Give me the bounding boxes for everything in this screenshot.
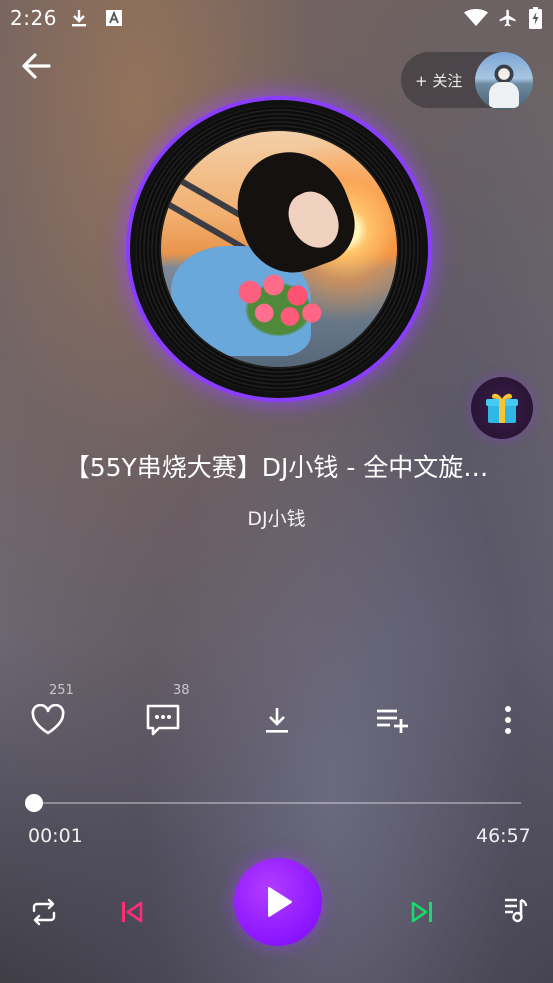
gift-icon <box>486 393 518 423</box>
download-icon <box>266 708 288 733</box>
back-button[interactable] <box>18 48 54 84</box>
comment-button[interactable] <box>143 700 183 740</box>
previous-button[interactable] <box>112 892 152 932</box>
repeat-button[interactable] <box>24 892 64 932</box>
more-icon <box>505 706 511 734</box>
repeat-icon <box>32 898 56 926</box>
album-cover[interactable] <box>161 131 397 367</box>
current-time: 00:01 <box>28 825 83 847</box>
add-to-playlist-button[interactable] <box>372 700 412 740</box>
previous-icon <box>122 901 143 923</box>
gift-button[interactable] <box>471 377 533 439</box>
progress-knob[interactable] <box>25 794 43 812</box>
next-button[interactable] <box>402 892 442 932</box>
play-icon <box>268 887 292 917</box>
back-arrow-icon <box>22 53 51 79</box>
battery-icon <box>527 7 543 29</box>
progress-track[interactable] <box>34 802 521 804</box>
song-title: 【55Y串烧大赛】DJ小钱 - 全中文旋… <box>64 453 489 482</box>
more-button[interactable] <box>488 700 528 740</box>
playlist-button[interactable] <box>496 890 536 930</box>
download-status-icon <box>68 8 90 28</box>
artist-avatar[interactable] <box>475 52 533 110</box>
font-status-icon <box>104 8 124 28</box>
playlist-icon <box>505 898 528 923</box>
follow-button[interactable]: + 关注 <box>401 52 533 110</box>
wifi-icon <box>463 8 489 28</box>
download-button[interactable] <box>257 700 297 740</box>
total-time: 46:57 <box>476 825 531 847</box>
status-time: 2:26 <box>10 6 57 30</box>
like-button[interactable] <box>28 700 68 740</box>
play-button[interactable] <box>234 858 322 946</box>
add-to-playlist-icon <box>377 709 408 733</box>
airplane-icon <box>496 8 520 28</box>
comment-icon <box>146 704 180 736</box>
follow-label: + 关注 <box>415 72 463 90</box>
like-count: 251 <box>49 683 74 698</box>
heart-icon <box>31 704 65 735</box>
comment-count: 38 <box>173 683 190 698</box>
next-icon <box>411 901 432 923</box>
artist-name[interactable]: DJ小钱 <box>0 504 553 531</box>
